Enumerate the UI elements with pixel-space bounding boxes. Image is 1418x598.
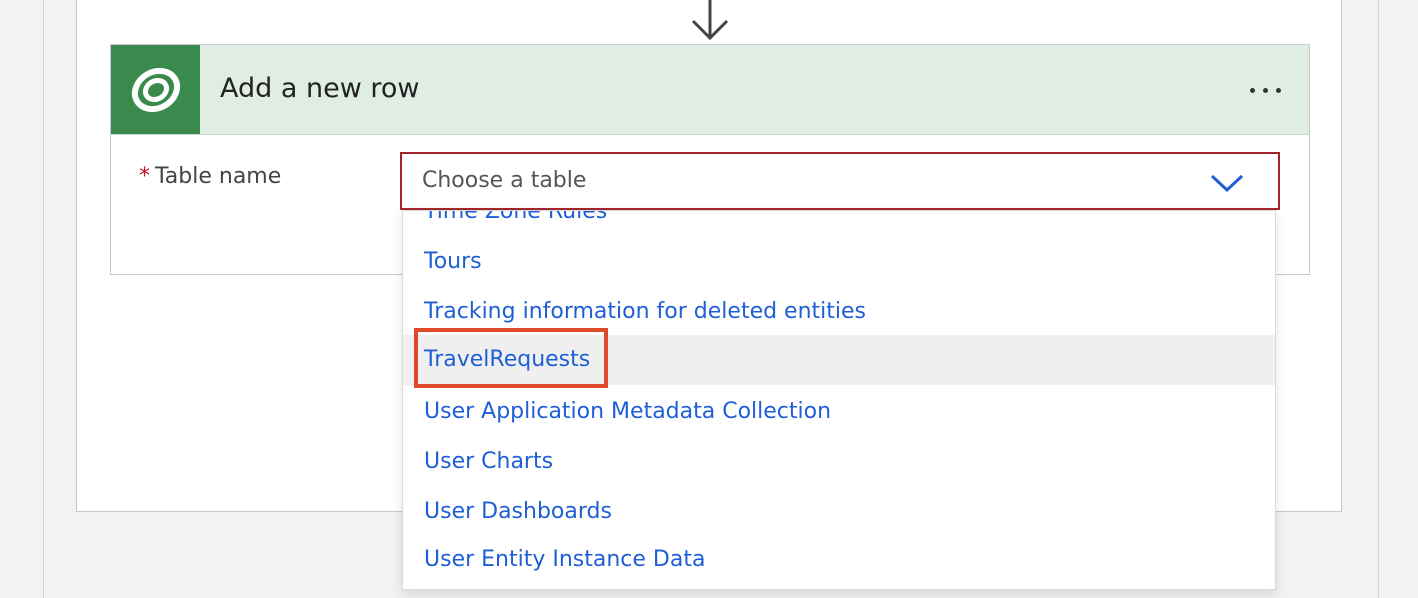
option-tracking-information[interactable]: Tracking information for deleted entitie… xyxy=(403,287,1275,337)
card-header[interactable]: Add a new row xyxy=(111,45,1309,135)
option-user-dashboards[interactable]: User Dashboards xyxy=(403,487,1275,537)
table-options-list[interactable]: Time Zone Rules Tours Tracking informati… xyxy=(402,210,1276,590)
table-select-placeholder: Choose a table xyxy=(422,168,587,193)
chevron-down-icon xyxy=(1210,174,1244,193)
dot xyxy=(1262,87,1268,93)
table-name-label-text: Table name xyxy=(155,164,282,189)
dataverse-icon xyxy=(111,45,200,134)
option-time-zone-rules[interactable]: Time Zone Rules xyxy=(403,211,1275,237)
option-user-charts[interactable]: User Charts xyxy=(403,437,1275,487)
table-name-dropdown[interactable]: Choose a table xyxy=(400,152,1280,210)
option-tours[interactable]: Tours xyxy=(403,237,1275,287)
option-user-application-metadata[interactable]: User Application Metadata Collection xyxy=(403,387,1275,437)
table-name-label: * Table name xyxy=(139,164,281,189)
more-options-button[interactable] xyxy=(1241,73,1289,107)
dot xyxy=(1249,87,1255,93)
required-marker: * xyxy=(139,164,150,189)
dot xyxy=(1275,87,1281,93)
option-travelrequests[interactable]: TravelRequests xyxy=(403,335,1275,385)
arrow-down-icon xyxy=(691,0,729,41)
option-user-entity-instance-data[interactable]: User Entity Instance Data xyxy=(403,535,1275,585)
card-title: Add a new row xyxy=(220,73,420,104)
